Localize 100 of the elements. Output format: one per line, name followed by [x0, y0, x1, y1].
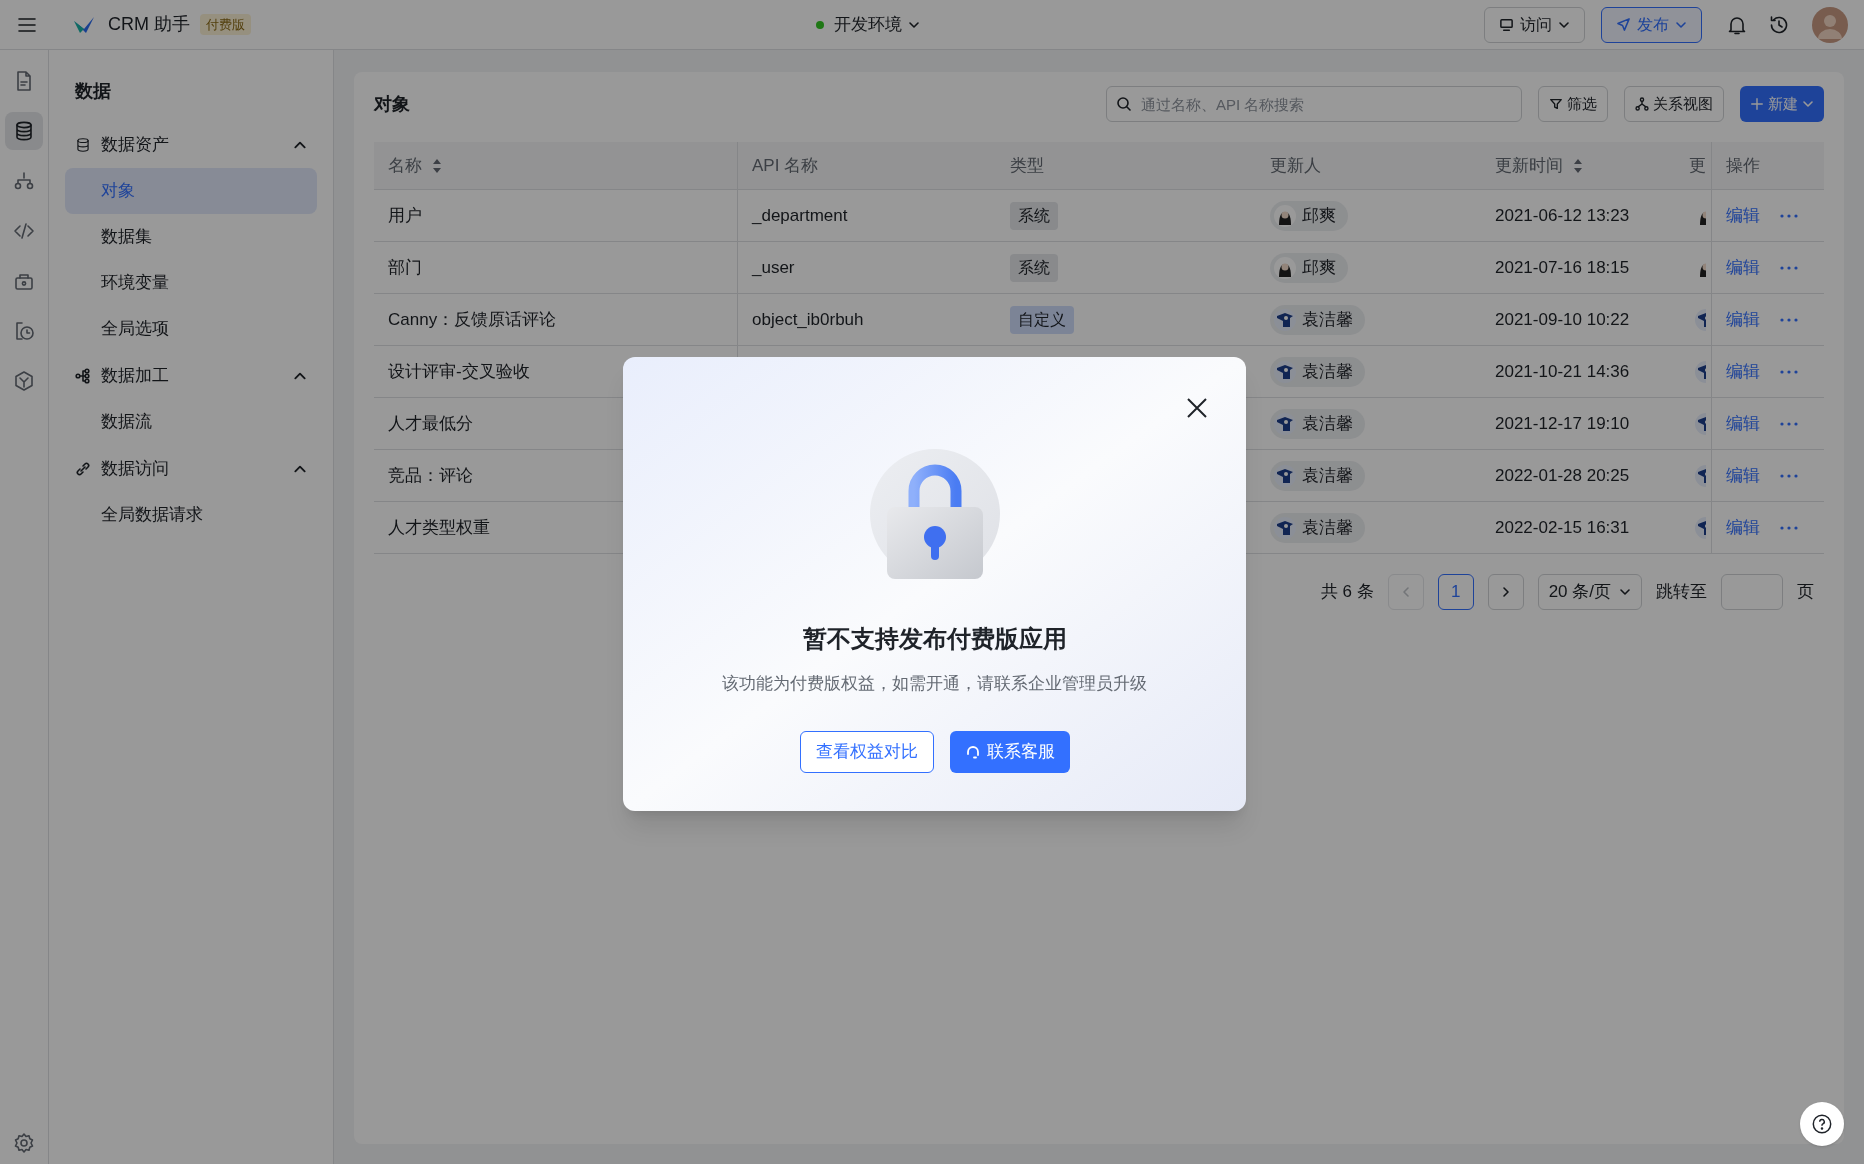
avatar-icon — [1274, 308, 1296, 331]
type-tag: 系统 — [1010, 253, 1058, 282]
edit-link[interactable]: 编辑 — [1726, 202, 1760, 229]
sidebar-item[interactable]: 全局选项 — [65, 306, 317, 352]
settings-icon[interactable] — [13, 1132, 36, 1154]
publish-button[interactable]: 发布 — [1601, 6, 1702, 43]
dialog-title: 暂不支持发布付费版应用 — [802, 624, 1067, 654]
avatar-icon — [1695, 516, 1706, 539]
contact-support-button[interactable]: 联系客服 — [949, 730, 1070, 773]
sort-icon[interactable] — [432, 157, 442, 174]
avatar-icon — [1274, 256, 1296, 279]
jump-label: 跳转至 — [1656, 581, 1707, 604]
total-count: 共 6 条 — [1320, 581, 1374, 604]
help-icon — [1811, 1113, 1833, 1135]
table-cell-text: 2022-01-28 20:25 — [1495, 464, 1630, 487]
status-dot-icon — [815, 20, 824, 29]
user-chip: 袁洁馨 — [1270, 408, 1365, 439]
column-header[interactable]: 更新时间 — [1481, 142, 1689, 189]
edit-link[interactable]: 编辑 — [1726, 410, 1760, 437]
edit-link[interactable]: 编辑 — [1726, 358, 1760, 385]
more-icon[interactable] — [1780, 369, 1798, 374]
compare-benefits-button[interactable]: 查看权益对比 — [799, 730, 934, 773]
table-cell-text: _department — [752, 204, 848, 227]
sort-icon[interactable] — [1573, 157, 1583, 174]
column-header[interactable]: 更 — [1689, 142, 1711, 189]
app-name: CRM 助手 — [108, 13, 190, 36]
table-cell-text: 2021-10-21 14:36 — [1495, 360, 1630, 383]
user-chip: 袁洁馨 — [1270, 512, 1365, 543]
avatar-icon — [1274, 516, 1296, 539]
filter-button[interactable]: 筛选 — [1538, 86, 1608, 122]
send-icon — [1616, 17, 1631, 32]
edit-link[interactable]: 编辑 — [1726, 254, 1760, 281]
branch-nodes-icon — [75, 367, 92, 384]
column-header[interactable]: 名称 — [374, 142, 738, 189]
search-field[interactable]: 通过名称、API 名称搜索 — [1106, 86, 1522, 122]
avatar-icon — [1695, 412, 1706, 435]
avatar-icon — [1695, 464, 1706, 487]
environment-selector[interactable]: 开发环境 — [815, 11, 920, 38]
edit-link[interactable]: 编辑 — [1726, 462, 1760, 489]
caret-icon — [1619, 586, 1631, 598]
page-button[interactable]: 1 — [1437, 574, 1474, 610]
sidebar-title: 数据 — [74, 80, 113, 103]
sidebar-item[interactable]: 全局数据请求 — [65, 492, 317, 538]
column-header[interactable]: API 名称 — [738, 142, 996, 189]
user-avatar[interactable] — [1812, 6, 1848, 43]
type-tag: 系统 — [1010, 201, 1058, 230]
type-tag: 自定义 — [1010, 305, 1074, 334]
right-page-button[interactable] — [1487, 574, 1524, 610]
close-icon[interactable] — [1186, 397, 1208, 419]
avatar-icon — [1695, 308, 1706, 331]
filter-icon — [1549, 97, 1563, 111]
table-cell-text: 部门 — [388, 256, 422, 279]
monitor-icon — [1499, 17, 1514, 32]
page-size-select[interactable]: 20 条/页 — [1537, 574, 1642, 610]
caret-icon — [1802, 98, 1814, 110]
relation-view-button[interactable]: 关系视图 — [1624, 86, 1724, 122]
table-cell-text: 用户 — [388, 204, 422, 227]
table-cell-text: _user — [752, 256, 795, 279]
column-header[interactable]: 更新人 — [1256, 142, 1481, 189]
sidebar-item[interactable]: 数据流 — [65, 399, 317, 445]
history-icon[interactable] — [1768, 13, 1790, 36]
page-suffix: 页 — [1797, 581, 1814, 604]
sidebar-group-header[interactable]: 数据资产 — [65, 121, 317, 168]
clock-document-icon — [13, 320, 36, 342]
headset-icon — [964, 743, 981, 760]
more-icon[interactable] — [1780, 213, 1798, 218]
edit-link[interactable]: 编辑 — [1726, 514, 1760, 541]
panel-title: 对象 — [374, 92, 411, 116]
table-cell-text: 设计评审-交叉验收 — [388, 360, 530, 383]
column-header[interactable]: 类型 — [996, 142, 1256, 189]
sidebar-item[interactable]: 环境变量 — [65, 260, 317, 306]
user-chip: 邱爽 — [1270, 200, 1348, 231]
column-header[interactable]: 操作 — [1711, 142, 1824, 189]
flow-icon — [13, 170, 36, 192]
sidebar-item[interactable]: 数据集 — [65, 214, 317, 260]
table-cell-text: 竞品：评论 — [388, 464, 473, 487]
edit-link[interactable]: 编辑 — [1726, 306, 1760, 333]
table-cell-text: 2021-09-10 10:22 — [1495, 308, 1630, 331]
more-icon[interactable] — [1780, 421, 1798, 426]
sidebar-group-header[interactable]: 数据访问 — [65, 445, 317, 492]
avatar-icon — [1695, 360, 1706, 383]
table-cell-text: Canny：反馈原话评论 — [388, 308, 557, 331]
table-cell-text: object_ib0rbuh — [752, 308, 864, 331]
visit-button[interactable]: 访问 — [1484, 6, 1585, 43]
sidebar-item[interactable]: 对象 — [65, 168, 317, 214]
sidebar-group-header[interactable]: 数据加工 — [65, 352, 317, 399]
more-icon[interactable] — [1780, 265, 1798, 270]
plan-badge: 付费版 — [200, 13, 251, 36]
more-icon[interactable] — [1780, 473, 1798, 478]
table-cell-text: 人才最低分 — [388, 412, 473, 435]
user-chip: 袁洁馨 — [1270, 356, 1365, 387]
avatar-icon — [1274, 412, 1296, 435]
page-jump-input[interactable] — [1721, 574, 1783, 610]
rail-database-button[interactable] — [5, 112, 44, 150]
more-icon[interactable] — [1780, 317, 1798, 322]
create-button[interactable]: 新建 — [1740, 86, 1824, 122]
avatar-icon — [1274, 464, 1296, 487]
more-icon[interactable] — [1780, 525, 1798, 530]
dialog-message: 该功能为付费版权益，如需开通，请联系企业管理员升级 — [722, 673, 1147, 695]
code-icon — [13, 220, 36, 242]
